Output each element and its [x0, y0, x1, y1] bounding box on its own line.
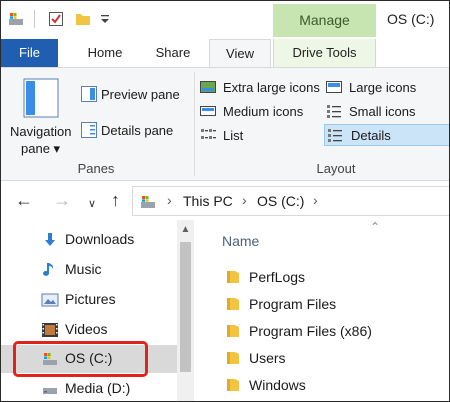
back-arrow-icon[interactable]: ←	[15, 190, 33, 210]
nav-item-pictures[interactable]: Pictures	[1, 286, 177, 314]
navigation-pane-button[interactable]: Navigation pane ▾	[7, 72, 77, 156]
small-icons-option[interactable]: Small icons	[324, 100, 448, 122]
tab-file[interactable]: File	[1, 39, 58, 67]
navigation-bar: ← → ∨ ↑ › This PC › OS (C:) ›	[1, 182, 449, 220]
preview-pane-button[interactable]: Preview pane	[79, 83, 189, 105]
nav-item-videos[interactable]: Videos	[1, 316, 177, 344]
navigation-pane: Downloads Music Pictures Videos OS (C:) …	[1, 220, 194, 401]
new-folder-icon[interactable]	[74, 10, 92, 28]
breadcrumb-this-pc[interactable]: This PC	[183, 193, 233, 209]
nav-item-label: Media (D:)	[65, 380, 131, 396]
up-arrow-icon[interactable]: ↑	[111, 190, 120, 210]
folder-icon	[227, 271, 239, 283]
extra-large-icons-label: Extra large icons	[223, 80, 320, 95]
nav-item-music[interactable]: Music	[1, 256, 177, 284]
drive-icon[interactable]	[7, 10, 25, 28]
file-name: PerfLogs	[249, 269, 306, 285]
small-icons-label: Small icons	[349, 104, 416, 119]
tab-view[interactable]: View	[209, 39, 271, 68]
breadcrumb-chevron-icon[interactable]: ›	[242, 192, 247, 208]
details-pane-icon	[81, 122, 97, 138]
breadcrumb-chevron-icon[interactable]: ›	[313, 192, 318, 208]
scrollbar-thumb[interactable]	[180, 242, 191, 372]
file-row[interactable]: Users	[214, 346, 444, 372]
tab-home[interactable]: Home	[79, 39, 131, 67]
ribbon-tabs: File Home Share View Drive Tools	[1, 39, 449, 68]
nav-pane-scrollbar[interactable]: ▲	[177, 220, 194, 401]
drive-icon	[141, 196, 155, 208]
small-icons-icon	[327, 105, 341, 118]
forward-arrow-icon[interactable]: →	[53, 190, 71, 210]
details-option[interactable]: Details	[324, 124, 449, 146]
panes-group-label: Panes	[77, 161, 115, 176]
extra-large-icons-icon	[200, 81, 216, 93]
customize-toolbar-icon[interactable]	[97, 10, 115, 28]
folder-icon	[227, 298, 239, 310]
tab-drive-tools[interactable]: Drive Tools	[273, 39, 376, 67]
navigation-pane-icon	[23, 78, 59, 118]
address-bar[interactable]: › This PC › OS (C:) ›	[132, 186, 449, 216]
nav-item-label: Music	[65, 261, 102, 277]
file-row[interactable]: Program Files (x86)	[214, 319, 444, 345]
scroll-up-icon[interactable]: ▲	[177, 224, 194, 238]
nav-item-media-d[interactable]: Media (D:)	[1, 375, 177, 401]
sort-ascending-icon: ⌃	[370, 220, 381, 234]
list-label: List	[223, 128, 244, 143]
large-icons-icon	[326, 81, 342, 93]
details-pane-label: Details pane	[101, 123, 174, 138]
file-list: ⌃ Name PerfLogs Program Files Program Fi…	[194, 220, 449, 401]
recent-locations-chevron-icon[interactable]: ∨	[88, 194, 96, 214]
details-view-icon	[328, 129, 342, 142]
list-icon	[201, 129, 216, 139]
window-title: OS (C:)	[387, 11, 435, 27]
breadcrumb-os-c[interactable]: OS (C:)	[257, 193, 304, 209]
drive-icon	[43, 388, 57, 394]
preview-pane-icon	[81, 86, 97, 102]
file-name: Program Files	[249, 296, 337, 312]
medium-icons-option[interactable]: Medium icons	[198, 100, 322, 122]
music-icon	[43, 263, 54, 276]
file-row[interactable]: PerfLogs	[214, 265, 444, 291]
extra-large-icons-option[interactable]: Extra large icons	[198, 76, 322, 98]
preview-pane-label: Preview pane	[101, 87, 180, 102]
details-label: Details	[351, 128, 391, 143]
videos-icon	[42, 323, 58, 337]
pictures-icon	[41, 293, 59, 307]
nav-item-downloads[interactable]: Downloads	[1, 226, 177, 254]
tab-manage[interactable]: Manage	[273, 4, 376, 37]
navigation-pane-label: Navigation	[10, 124, 72, 139]
large-icons-option[interactable]: Large icons	[324, 76, 448, 98]
nav-item-label: Downloads	[65, 231, 135, 247]
file-name: Users	[249, 350, 286, 366]
folder-icon	[227, 352, 239, 364]
breadcrumb-chevron-icon[interactable]: ›	[167, 192, 172, 208]
tab-share[interactable]: Share	[149, 39, 197, 67]
group-separator	[194, 72, 195, 176]
folder-icon	[227, 325, 239, 337]
ribbon: Navigation pane ▾ Preview pane Details p…	[1, 67, 449, 181]
navigation-pane-label-2: pane ▾	[21, 141, 61, 156]
medium-icons-label: Medium icons	[223, 104, 304, 119]
title-bar: Manage OS (C:)	[1, 1, 449, 39]
medium-icons-icon	[200, 106, 216, 116]
list-option[interactable]: List	[198, 124, 322, 146]
explorer-window: Manage OS (C:) File Home Share View Driv…	[0, 0, 450, 402]
properties-icon[interactable]	[47, 10, 65, 28]
nav-item-label: Pictures	[65, 291, 116, 307]
large-icons-label: Large icons	[349, 80, 417, 95]
details-pane-button[interactable]: Details pane	[79, 119, 189, 141]
file-row[interactable]: Program Files	[214, 292, 444, 318]
nav-item-label: Videos	[65, 321, 108, 337]
highlight-annotation	[13, 341, 148, 377]
column-header-name[interactable]: Name	[222, 233, 259, 249]
file-name: Windows	[249, 377, 306, 393]
layout-group-label: Layout	[316, 161, 356, 176]
folder-icon	[227, 379, 239, 391]
file-name: Program Files (x86)	[249, 323, 372, 339]
toolbar-separator	[34, 10, 35, 28]
file-row[interactable]: Windows	[214, 373, 444, 399]
downloads-icon	[45, 233, 55, 246]
